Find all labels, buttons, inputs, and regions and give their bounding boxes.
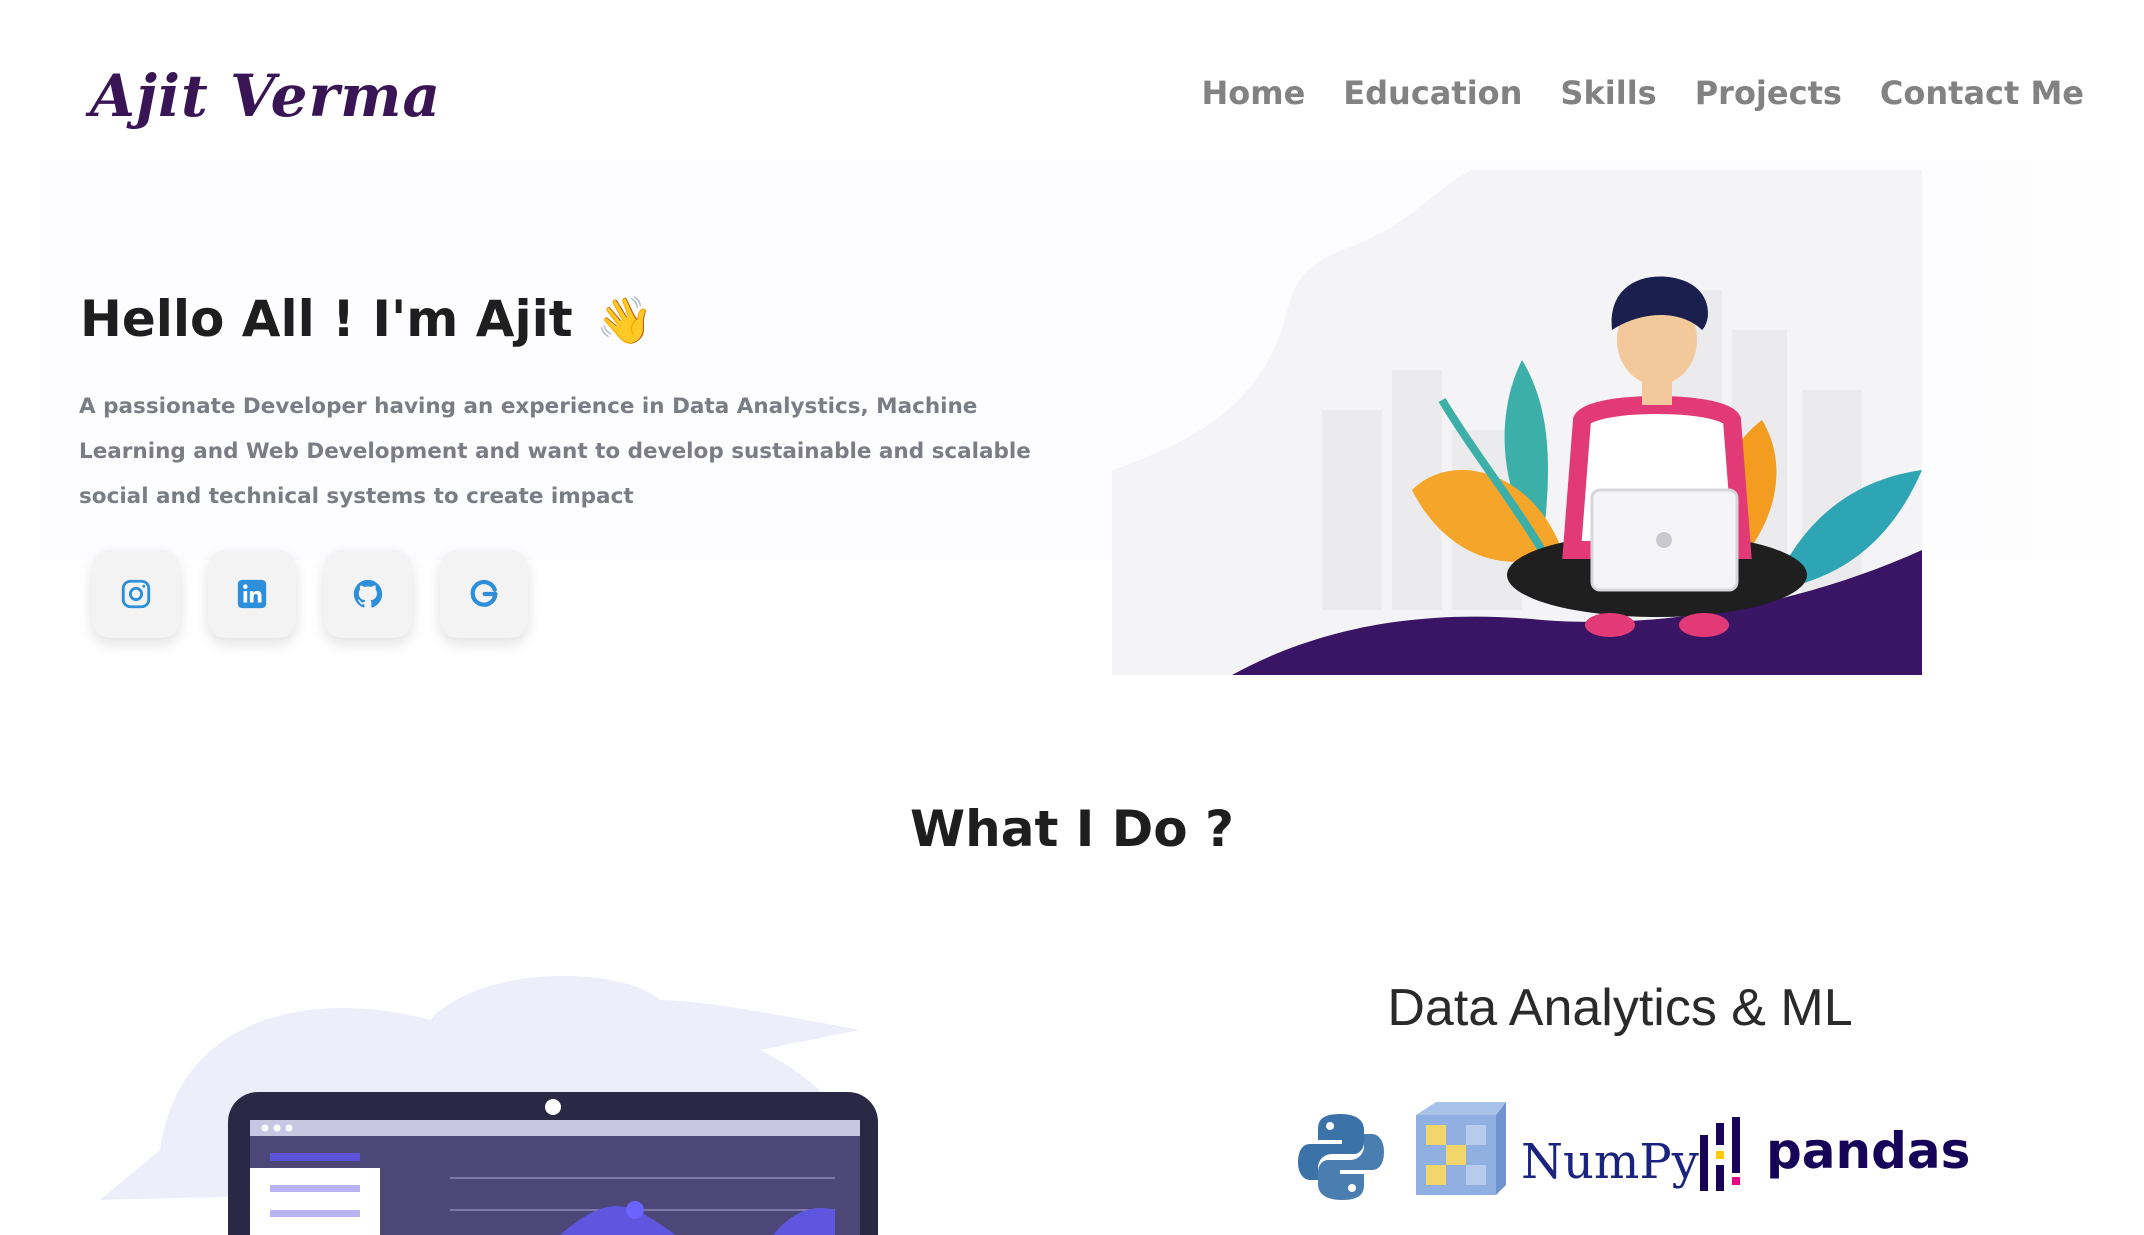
numpy-cube-icon: [1416, 1102, 1506, 1195]
nav-contact-me[interactable]: Contact Me: [1880, 74, 2084, 112]
curve-point: [626, 1201, 644, 1219]
window-dot: [261, 1124, 269, 1132]
pandas-wordmark: pandas: [1766, 1122, 1971, 1180]
sidebar-line: [270, 1185, 360, 1192]
google-icon: [470, 579, 498, 607]
nav-home[interactable]: Home: [1201, 74, 1305, 112]
nav-education[interactable]: Education: [1343, 74, 1522, 112]
screen-sidebar: [250, 1168, 380, 1235]
shoe-right: [1679, 613, 1729, 637]
hero-subtitle: A passionate Developer having an experie…: [79, 394, 1031, 509]
social-links: [92, 550, 528, 638]
pandas-icon: [1700, 1117, 1740, 1191]
sidebar-line: [270, 1210, 360, 1217]
python-icon: [1298, 1114, 1384, 1200]
google-button[interactable]: [440, 550, 528, 638]
laptop-logo: [1656, 532, 1672, 548]
developer-illustration: [1112, 170, 1922, 675]
analytics-illustration: [100, 975, 878, 1235]
hero-title: Hello All ! I'm Ajit 👋: [80, 290, 653, 348]
nav-projects[interactable]: Projects: [1695, 74, 1842, 112]
wave-emoji: 👋: [596, 293, 654, 347]
linkedin-icon: [237, 579, 267, 609]
linkedin-button[interactable]: [208, 550, 296, 638]
instagram-icon: [121, 579, 151, 609]
screen-topbar: [250, 1120, 860, 1136]
site-logo[interactable]: Ajit Verma: [82, 50, 440, 150]
what-i-do-title: What I Do ?: [909, 800, 1235, 858]
numpy-wordmark: NumPy: [1521, 1134, 1699, 1190]
github-icon: [353, 579, 383, 608]
window-dot: [273, 1124, 281, 1132]
shoe-left: [1585, 613, 1635, 637]
laptop-camera: [545, 1099, 561, 1115]
main-nav: Home Education Skills Projects Contact M…: [1201, 74, 2084, 112]
hero-title-text: Hello All ! I'm Ajit: [80, 290, 573, 348]
logo-text: Ajit Verma: [90, 62, 442, 130]
header: Ajit Verma Home Education Skills Project…: [0, 0, 2144, 160]
tech-logos: NumPy pandas: [1296, 1100, 1970, 1210]
window-dot: [285, 1124, 293, 1132]
nav-skills[interactable]: Skills: [1560, 74, 1656, 112]
instagram-button[interactable]: [92, 550, 180, 638]
skill-title: Data Analytics & ML: [1387, 979, 1853, 1037]
sidebar-bar: [270, 1153, 360, 1161]
github-button[interactable]: [324, 550, 412, 638]
